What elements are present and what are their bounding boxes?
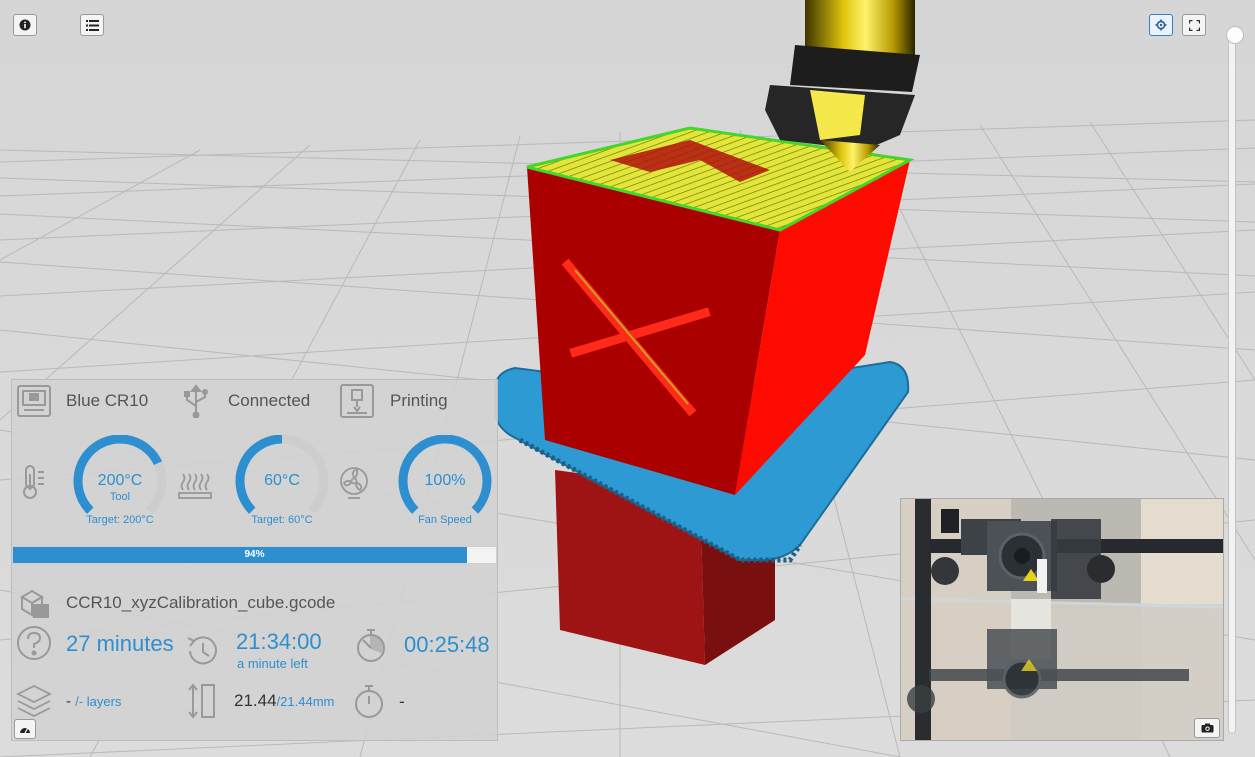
timer-value: - (399, 692, 405, 711)
eta-time: 21:34:00 (236, 629, 322, 654)
list-icon (85, 19, 99, 31)
printer-name: Blue CR10 (66, 391, 149, 410)
layer-slider-thumb[interactable] (1226, 26, 1244, 44)
layer-progress: - /- layers (66, 693, 121, 710)
dashboard-icon (20, 728, 30, 734)
print-status-panel: Blue CR10 Connected Printing 200°C Tool … (11, 379, 498, 741)
printer-icon (17, 385, 51, 417)
thermometer-icon (23, 465, 44, 499)
tool-temperature-gauge: 200°C Tool Target: 200°C (70, 434, 170, 531)
bed-temp-value: 60°C (264, 472, 300, 489)
progress-label: 94% (244, 549, 265, 560)
camera-icon (1201, 723, 1213, 733)
elapsed-time: 00:25:48 (404, 632, 490, 657)
webcam-image (901, 499, 1223, 740)
webcam-snapshot-button[interactable] (1194, 718, 1220, 738)
timer-icon (355, 685, 383, 718)
layers-icon (16, 684, 52, 718)
bed-temperature-gauge: 60°C Target: 60°C (232, 434, 332, 531)
printing-state-icon (340, 384, 374, 418)
print-height: 21.44/21.44mm (234, 691, 334, 711)
fullscreen-icon (1188, 19, 1200, 31)
bed-target: Target: 60°C (251, 514, 313, 526)
fan-speed-gauge: 100% Fan Speed (395, 434, 495, 531)
heated-bed-icon (178, 473, 212, 499)
current-height: 21.44 (234, 691, 277, 710)
layer-list-button[interactable] (80, 14, 104, 36)
current-layer: - (66, 693, 71, 710)
info-icon (19, 19, 31, 31)
webcam-view (900, 498, 1224, 741)
estimated-print-time: 27 minutes (66, 631, 174, 656)
total-layers: /- layers (75, 694, 122, 709)
fan-speed-label: Fan Speed (418, 514, 472, 526)
fullscreen-button[interactable] (1182, 14, 1206, 36)
question-icon (17, 626, 51, 660)
tool-temp-value: 200°C (97, 472, 143, 489)
elapsed-stopwatch-icon (357, 629, 385, 662)
dashboard-toggle-button[interactable] (14, 719, 36, 739)
tool-target: Target: 200°C (86, 514, 154, 526)
layer-slider-track[interactable] (1228, 34, 1236, 734)
total-height: /21.44mm (276, 694, 335, 709)
tool-temp-label: Tool (109, 491, 131, 503)
connection-status: Connected (228, 391, 311, 410)
usb-icon (184, 384, 208, 418)
print-progress-bar: 94% (12, 546, 497, 564)
height-icon (188, 683, 215, 719)
settings-button[interactable] (1149, 14, 1173, 36)
cube-file-icon (20, 589, 49, 618)
fan-icon (340, 467, 368, 499)
gear-icon (1155, 19, 1167, 31)
print-state: Printing (390, 391, 448, 410)
fan-speed-value: 100% (424, 472, 466, 489)
job-filename: CCR10_xyzCalibration_cube.gcode (66, 593, 336, 612)
info-button[interactable] (13, 14, 37, 36)
eta-clock-icon (187, 636, 217, 665)
eta-time-left: a minute left (237, 656, 308, 671)
